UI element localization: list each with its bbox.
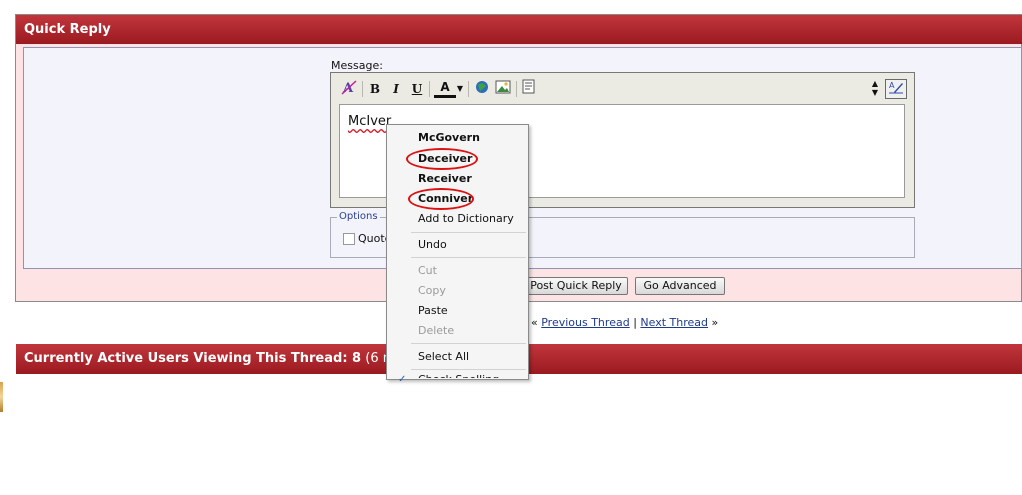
toolbar-separator: [429, 81, 430, 97]
check-spelling-item[interactable]: Check Spelling: [418, 373, 499, 378]
prev-arrow: «: [531, 316, 538, 329]
italic-button[interactable]: I: [389, 79, 403, 99]
next-arrow: »: [711, 316, 719, 329]
edge-fragment: [0, 382, 3, 412]
next-thread-link[interactable]: Next Thread: [640, 316, 708, 329]
menu-separator: [411, 343, 526, 344]
menu-separator: [411, 232, 526, 233]
chevron-down-icon[interactable]: ▼: [456, 79, 464, 99]
underline-button[interactable]: U: [410, 79, 424, 99]
font-color-button[interactable]: A: [434, 79, 456, 98]
toolbar-separator: [516, 81, 517, 97]
toolbar-separator: [362, 81, 363, 97]
quote-icon[interactable]: [520, 79, 538, 99]
quick-reply-header: Quick Reply: [16, 15, 1022, 44]
paste-item[interactable]: Paste: [418, 304, 448, 317]
copy-item: Copy: [418, 284, 446, 297]
quote-checkbox[interactable]: [343, 233, 355, 245]
post-quick-reply-button[interactable]: Post Quick Reply: [524, 277, 628, 295]
insert-link-icon[interactable]: [473, 79, 491, 99]
undo-item[interactable]: Undo: [418, 238, 447, 251]
nav-separator: |: [633, 316, 637, 329]
quick-reply-title: Quick Reply: [24, 22, 111, 37]
toolbar-separator: [468, 81, 469, 97]
bold-button[interactable]: B: [368, 79, 382, 99]
message-label: Message:: [331, 59, 383, 72]
cut-item: Cut: [418, 264, 437, 277]
remove-format-icon[interactable]: A: [340, 79, 358, 99]
svg-text:A: A: [889, 81, 895, 90]
options-legend: Options: [337, 211, 380, 222]
go-advanced-button[interactable]: Go Advanced: [635, 277, 725, 295]
select-all-item[interactable]: Select All: [418, 350, 469, 363]
add-to-dictionary-item[interactable]: Add to Dictionary: [418, 212, 514, 225]
typed-text: McIver: [348, 114, 392, 129]
resize-arrows-icon[interactable]: ▲ ▼: [870, 79, 880, 99]
insert-image-icon[interactable]: [494, 79, 512, 99]
menu-separator: [411, 257, 526, 258]
thread-navigation: « Previous Thread | Next Thread »: [531, 316, 718, 329]
delete-item: Delete: [418, 324, 455, 337]
annotation-circle: [406, 148, 478, 170]
suggestion-receiver[interactable]: Receiver: [418, 172, 472, 185]
annotation-circle: [408, 188, 474, 210]
check-icon: ✓: [398, 374, 407, 385]
menu-separator: [411, 369, 526, 370]
active-users-title: Currently Active Users Viewing This Thre…: [24, 351, 362, 366]
switch-editor-mode-icon[interactable]: A: [885, 79, 907, 99]
suggestion-mcgovern[interactable]: McGovern: [418, 131, 480, 144]
previous-thread-link[interactable]: Previous Thread: [541, 316, 629, 329]
